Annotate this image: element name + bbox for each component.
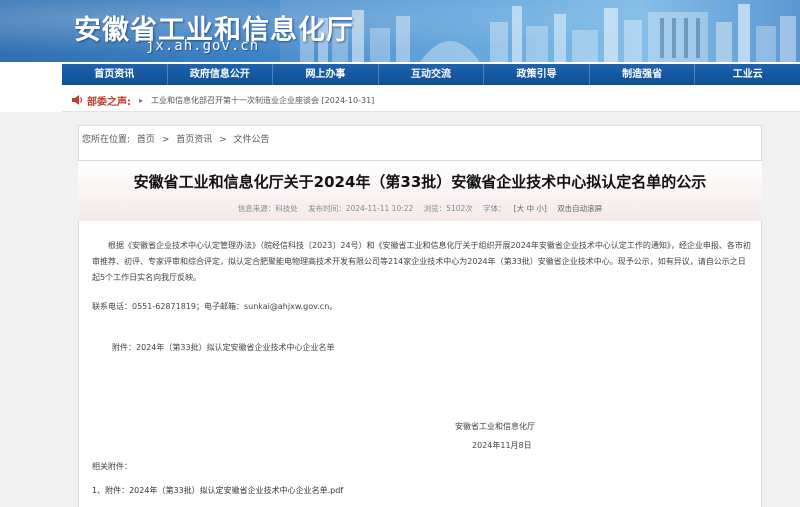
meta-source: 信息来源：科技处 <box>237 204 298 213</box>
breadcrumb-announcements[interactable]: 文件公告 <box>234 135 270 145</box>
header-banner: 安徽省工业和信息化厅 jx.ah.gov.cn <box>0 0 800 62</box>
contact-info: 联系电话：0551-62871819；电子邮箱：sunkai@ahjxw.gov… <box>92 302 338 311</box>
breadcrumb-home[interactable]: 首页 <box>137 135 155 145</box>
font-size-switch[interactable]: [大 中 小] <box>514 204 547 213</box>
ticker-news-link[interactable]: 工业和信息化部召开第十一次制造业企业座谈会 [2024-10-31] <box>151 95 374 106</box>
nav-item-online-services[interactable]: 网上办事 <box>273 64 379 85</box>
signature-org: 安徽省工业和信息化厅 <box>455 422 535 431</box>
speaker-icon <box>72 95 83 105</box>
signature-date: 2024年11月8日 <box>472 441 532 450</box>
breadcrumb-prefix: 您所在位置: <box>82 135 131 145</box>
nav-item-policy[interactable]: 政策引导 <box>484 64 590 85</box>
article-paragraph: 根据《安徽省企业技术中心认定管理办法》（皖经信科技〔2023〕24号）和《安徽省… <box>92 241 751 282</box>
meta-date: 发布时间：2024-11-11 10:22 <box>308 204 414 213</box>
nav-item-manufacturing[interactable]: 制造强省 <box>590 64 696 85</box>
breadcrumb: 您所在位置: 首页 > 首页资讯 > 文件公告 <box>82 132 274 145</box>
breadcrumb-separator: > <box>161 135 170 145</box>
city-skyline-image <box>280 0 800 62</box>
meta-font-label: 字体： <box>483 204 506 213</box>
site-domain: jx.ah.gov.cn <box>146 38 260 54</box>
article-meta: 信息来源：科技处 发布时间：2024-11-11 10:22 浏览：5102次 … <box>78 203 762 214</box>
news-ticker: 部委之声: ▸ 工业和信息化部召开第十一次制造业企业座谈会 [2024-10-3… <box>62 89 800 112</box>
attachment-pdf-link[interactable]: 1、附件：2024年（第33批）拟认定安徽省企业技术中心企业名单.pdf <box>92 485 343 496</box>
nav-item-gov-info[interactable]: 政府信息公开 <box>168 64 274 85</box>
nav-item-industrial-cloud[interactable]: 工业云 <box>695 64 800 85</box>
main-nav: 首页资讯 政府信息公开 网上办事 互动交流 政策引导 制造强省 工业云 <box>62 64 800 85</box>
breadcrumb-separator: > <box>219 135 227 145</box>
attachment-note: 附件：2024年（第33批）拟认定安徽省企业技术中心企业名单 <box>112 343 335 352</box>
article-title: 安徽省工业和信息化厅关于2024年（第33批）安徽省企业技术中心拟认定名单的公示 <box>133 173 707 191</box>
ticker-arrow-icon: ▸ <box>139 95 144 105</box>
auto-scroll-toggle[interactable]: 双击自动滚屏 <box>557 204 602 213</box>
nav-item-interaction[interactable]: 互动交流 <box>379 64 485 85</box>
related-attachments-heading: 相关附件： <box>92 462 132 471</box>
nav-item-home-news[interactable]: 首页资讯 <box>62 64 168 85</box>
breadcrumb-home-news[interactable]: 首页资讯 <box>176 135 212 145</box>
ticker-label: 部委之声: <box>87 96 131 108</box>
meta-views: 浏览：5102次 <box>423 204 473 213</box>
